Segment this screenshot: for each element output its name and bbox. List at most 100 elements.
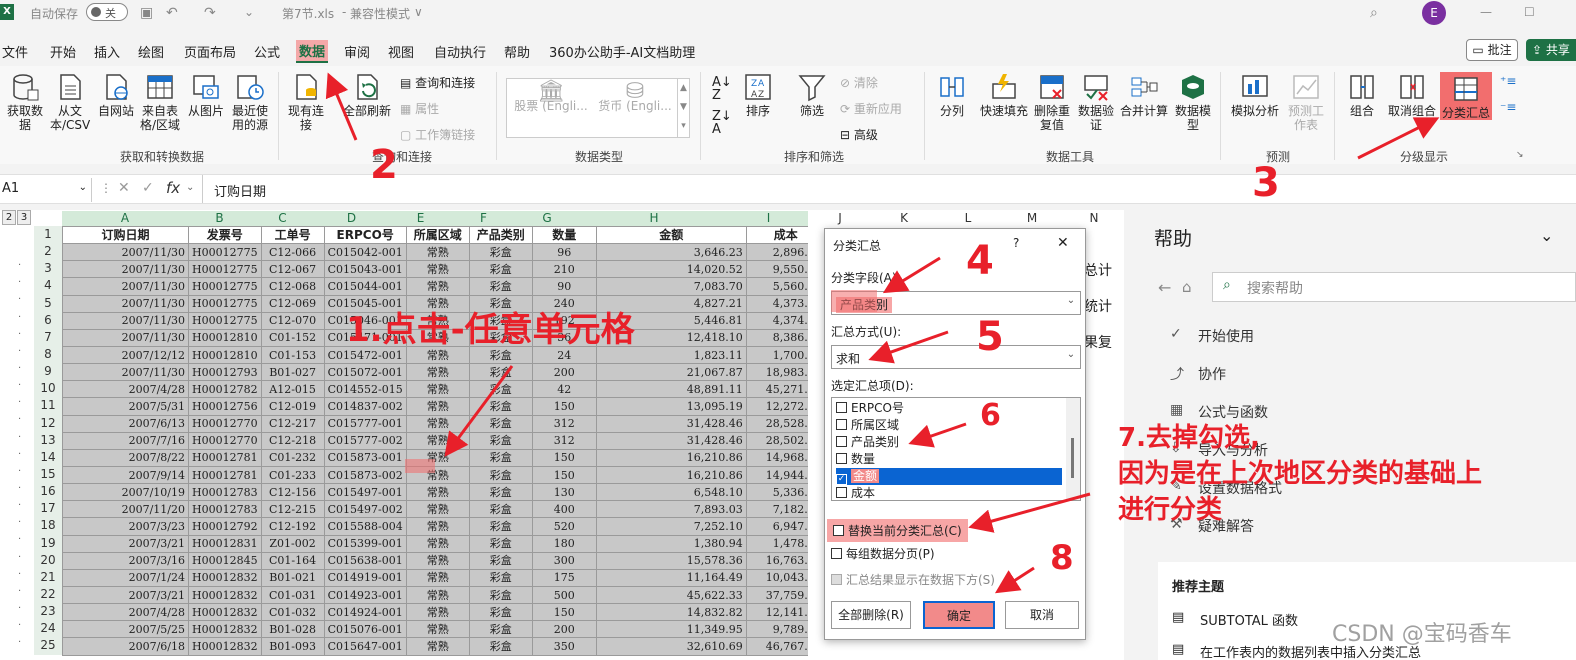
cell[interactable]: 彩盒 [468,500,533,519]
cell[interactable]: C01-032 [260,603,325,622]
cell[interactable]: H00012832 [188,603,262,622]
cell[interactable]: 2007/3/16 [62,551,189,570]
cell[interactable]: 150 [531,448,597,467]
confirm-entry-icon[interactable]: ✓ [142,180,154,196]
cell[interactable]: C01-031 [260,585,325,605]
cell[interactable]: 3,646.23 [595,243,747,262]
dialog-help-icon[interactable]: ? [1013,236,1019,250]
recent-sources-button[interactable]: 最近使用的源 [228,72,272,132]
sort-az-icon[interactable]: A↓ Z [712,76,732,102]
cell[interactable]: C12-067 [260,260,325,279]
insert-function-icon[interactable]: fx [166,179,180,197]
cell[interactable]: C015777-001 [323,414,407,433]
row-header[interactable]: 18 [34,517,62,534]
cell[interactable]: 常熟 [405,380,470,399]
cell[interactable]: 常熟 [405,500,470,519]
cell[interactable]: C015043-001 [323,260,407,279]
advanced-filter-button[interactable]: ⊟ 高级 [840,126,878,143]
ok-button[interactable]: 确定 [923,601,995,629]
from-picture-button[interactable]: 从图片 [186,72,226,118]
cell[interactable]: 175 [531,568,597,587]
text-to-columns-button[interactable]: 分列 [932,72,972,118]
cell[interactable]: 7,252.10 [595,517,747,536]
cell[interactable]: 2007/11/30 [62,363,189,382]
cell[interactable]: 彩盒 [468,448,533,467]
header-cell[interactable]: 所属区域 [405,225,470,245]
menu-home[interactable]: 开始 [50,42,76,61]
group-button[interactable]: 组合 [1342,72,1382,118]
cell[interactable]: 15,578.36 [595,551,747,570]
cell[interactable]: 96 [531,243,597,262]
header-cell[interactable]: 金额 [595,225,747,245]
menu-360-assistant[interactable]: 360办公助手-AI文档助理 [549,42,695,61]
menu-page-layout[interactable]: 页面布局 [184,42,236,61]
cell[interactable]: A12-015 [260,380,325,399]
cell[interactable]: 彩盒 [468,260,533,279]
cell[interactable]: 常熟 [405,603,470,622]
column-header-d[interactable]: D [314,211,389,226]
cell[interactable]: 常熟 [405,517,470,536]
row-header[interactable]: 14 [34,449,62,466]
cell[interactable]: 2007/4/28 [62,380,189,399]
outline-level-2[interactable]: 2 [2,210,16,225]
row-header[interactable]: 16 [34,483,62,500]
cell[interactable]: C015076-001 [323,620,407,639]
row-header[interactable]: 17 [34,500,62,517]
row-header[interactable]: 4 [34,277,62,294]
cell[interactable]: C01-233 [260,465,325,485]
menu-file[interactable]: 文件 [2,42,28,61]
cell[interactable]: C12-218 [260,431,325,450]
from-text-csv-button[interactable]: 从文本/CSV [50,72,90,132]
cell[interactable]: H00012831 [188,534,262,553]
ungroup-button[interactable]: 取消组合 [1386,72,1438,118]
cell[interactable]: 7,893.03 [595,500,747,519]
cell[interactable]: 2007/7/16 [62,431,189,450]
cell[interactable]: 13,095.19 [595,397,747,416]
redo-icon[interactable]: ↷ [204,5,216,21]
cell[interactable]: C015647-001 [323,637,407,656]
refresh-all-button[interactable]: 全部刷新 [340,72,394,118]
subtotal-button[interactable]: 分类汇总 [1440,72,1492,120]
cell[interactable]: 2007/10/19 [62,483,189,502]
row-header[interactable]: 25 [34,637,62,654]
menu-draw[interactable]: 绘图 [138,42,164,61]
subtotal-item[interactable]: 成本 [836,485,1062,500]
queries-connections-button[interactable]: ▤ 查询和连接 [400,74,475,91]
cell[interactable]: C014923-001 [323,585,407,605]
cell[interactable]: H00012783 [188,500,262,519]
cell[interactable]: 常熟 [405,414,470,433]
cell[interactable]: 16,210.86 [595,448,747,467]
avatar[interactable]: E [1422,1,1446,25]
cell[interactable]: 180 [531,534,597,553]
cell[interactable]: C12-215 [260,500,325,519]
gallery-scroll[interactable]: ▲ ▼ ▾ [677,79,689,137]
cancel-button[interactable]: 取消 [1005,601,1079,629]
cell[interactable]: 500 [531,585,597,605]
cell[interactable]: 2007/11/30 [62,328,189,347]
cancel-entry-icon[interactable]: ✕ [118,180,130,196]
cell[interactable]: 彩盒 [468,243,533,262]
cell[interactable]: 彩盒 [468,414,533,433]
subtotal-item[interactable]: 数量 [836,451,1062,468]
row-header[interactable]: 20 [34,552,62,569]
qat-more-icon[interactable]: ⌄ [244,5,254,19]
collapse-pane-icon[interactable]: ⌄ [1540,226,1553,245]
cell[interactable]: 彩盒 [468,483,533,502]
dialog-close-icon[interactable]: ✕ [1057,235,1069,251]
cell[interactable]: 200 [531,620,597,639]
cell[interactable]: C015588-004 [323,517,407,536]
cell[interactable]: 彩盒 [468,465,533,485]
data-validation-button[interactable]: 数据验证 [1074,72,1118,132]
cell[interactable]: 42 [531,380,597,399]
cell[interactable]: 2007/5/25 [62,620,189,639]
replace-current-checkbox[interactable]: 替换当前分类汇总(C) [827,519,968,542]
help-item-getting-started[interactable]: 开始使用 [1198,326,1254,346]
cell[interactable]: C014924-001 [323,603,407,622]
cell[interactable]: 2007/11/20 [62,500,189,519]
name-box[interactable]: A1 ⌄ [0,178,92,202]
cell[interactable]: H00012810 [188,345,262,365]
cell[interactable]: H00012775 [188,294,262,313]
undo-icon[interactable]: ↶ [166,5,178,21]
cell[interactable]: 2007/5/31 [62,397,189,416]
cell[interactable]: 常熟 [405,534,470,553]
